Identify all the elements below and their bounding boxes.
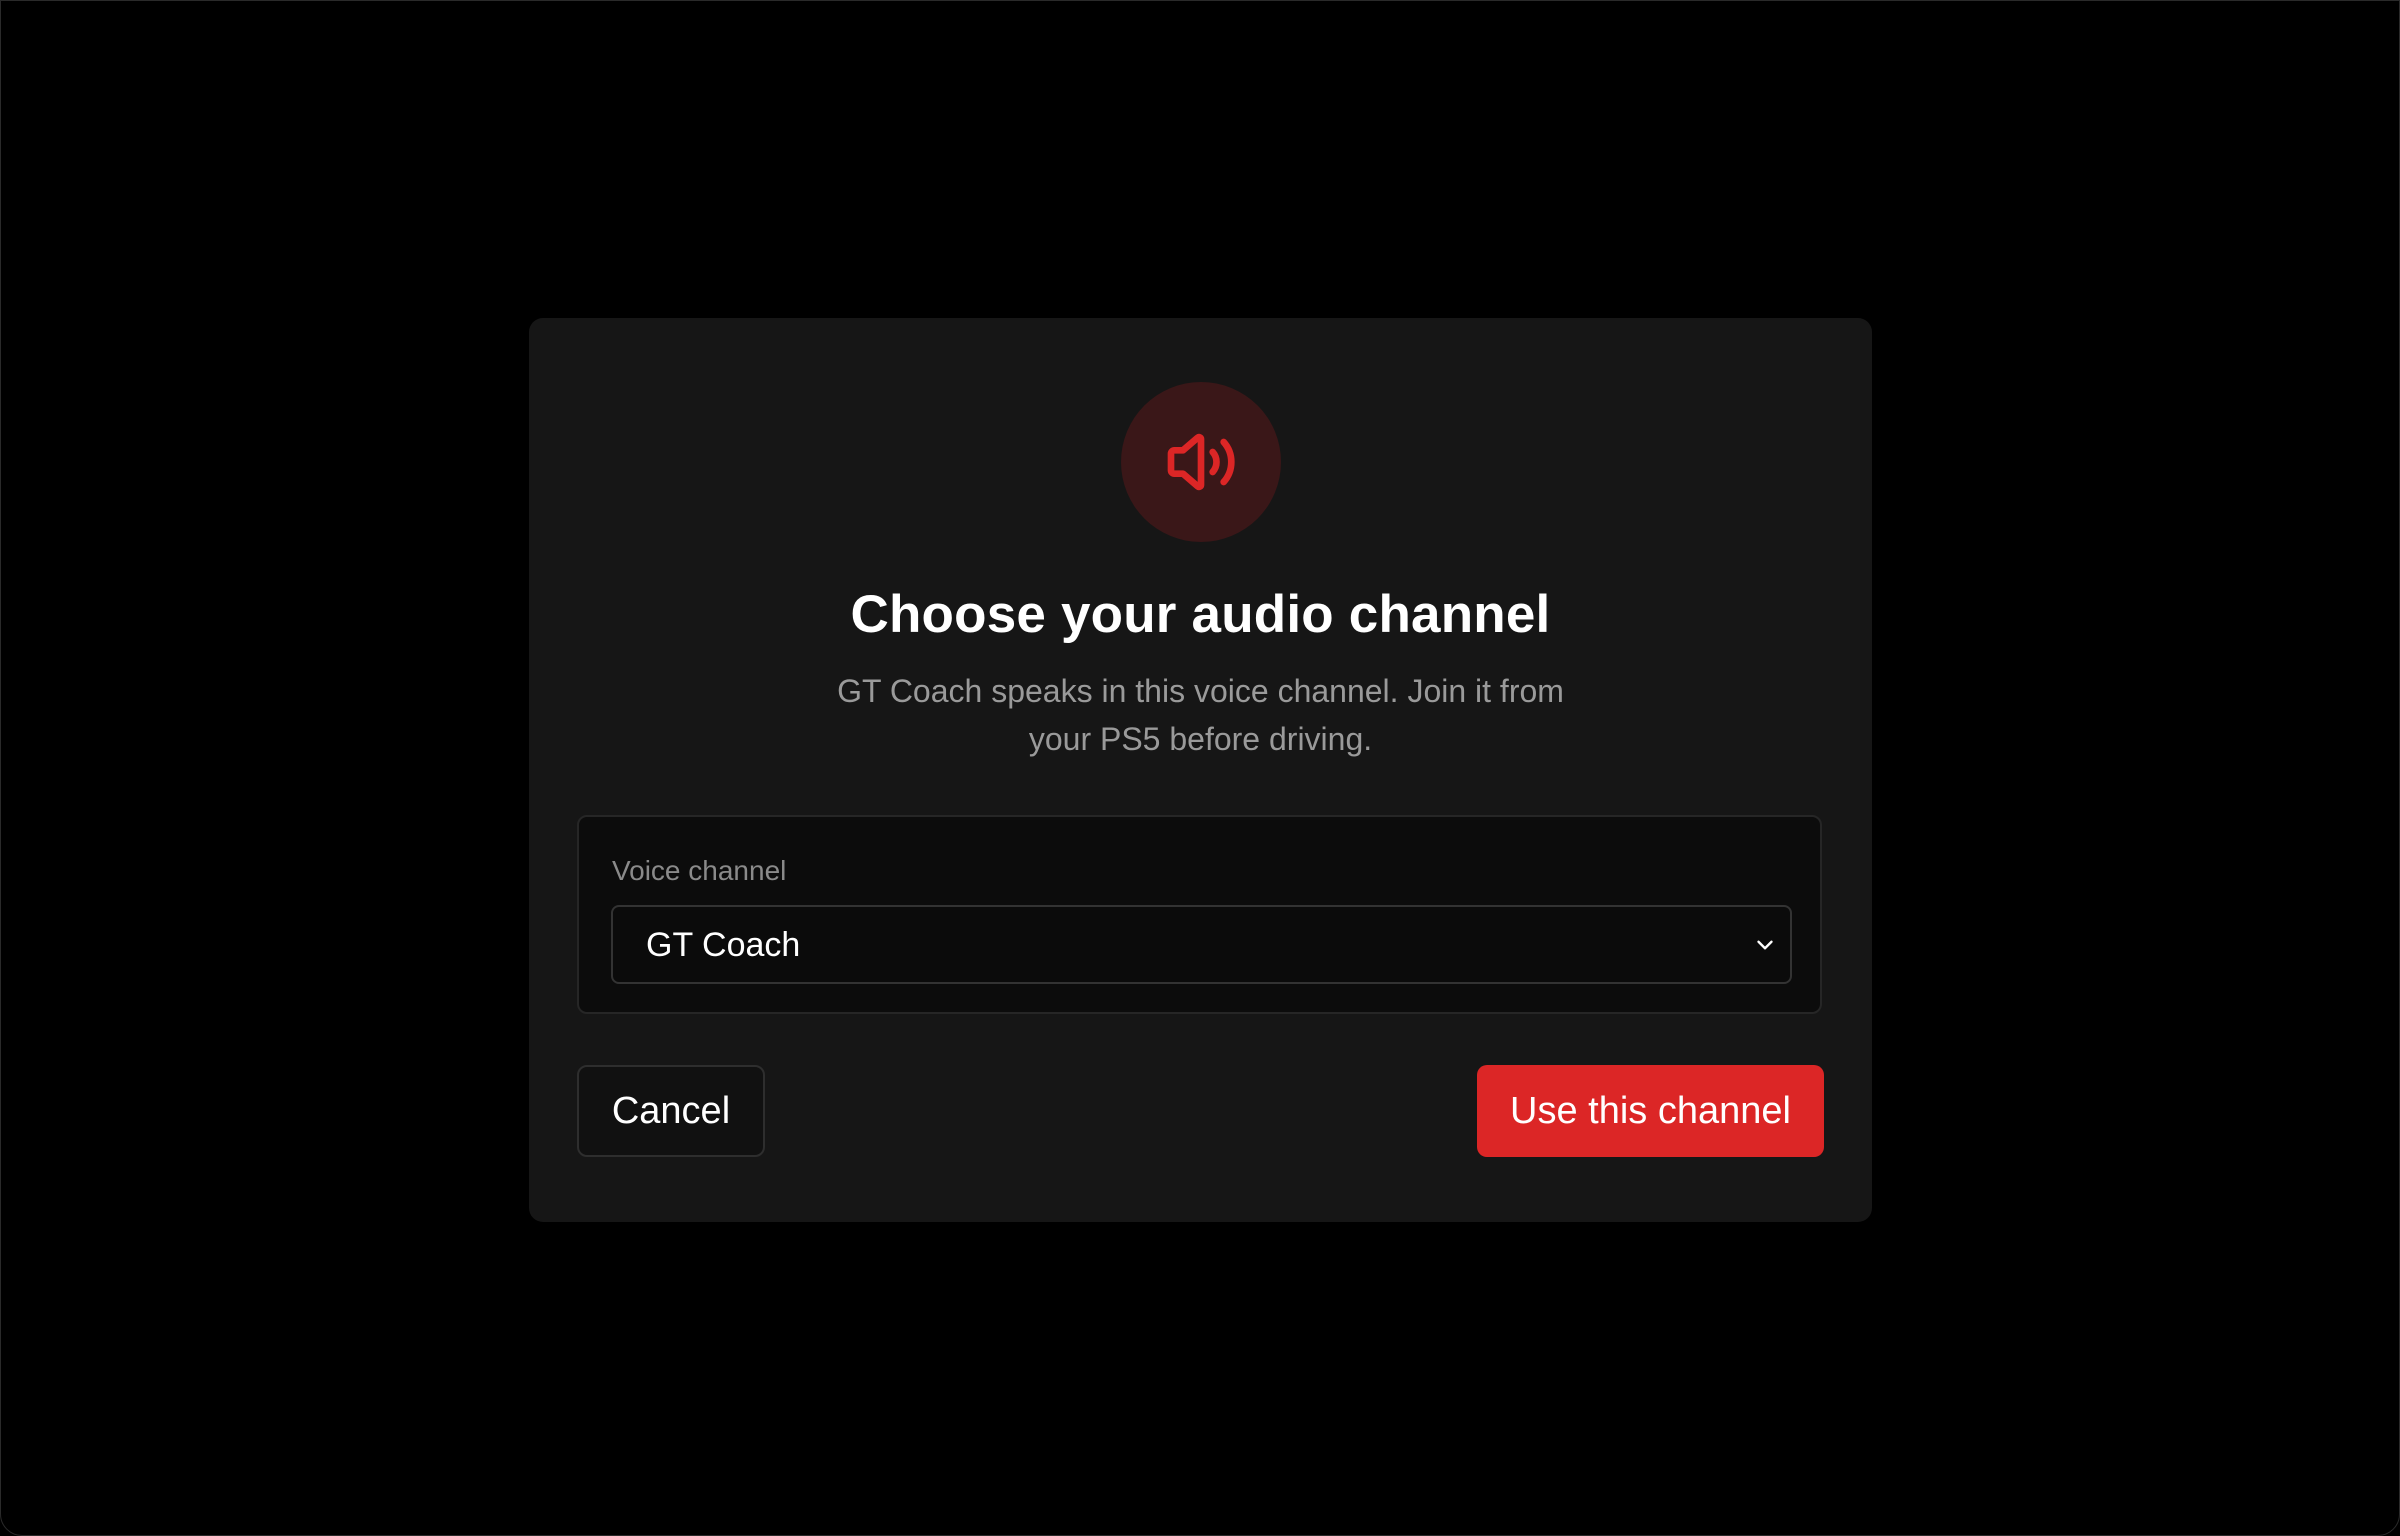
voice-channel-select[interactable]: GT Coach <box>611 905 1792 984</box>
app-window: Choose your audio channel GT Coach speak… <box>0 0 2400 1536</box>
chevron-down-icon <box>1757 940 1773 949</box>
icon-badge <box>1121 382 1281 542</box>
audio-channel-dialog: Choose your audio channel GT Coach speak… <box>529 318 1872 1222</box>
voice-channel-label: Voice channel <box>612 855 787 886</box>
voice-channel-field: Voice channel GT Coach <box>577 815 1822 1014</box>
use-channel-button[interactable]: Use this channel <box>1477 1065 1824 1157</box>
dialog-subtitle: GT Coach speaks in this voice channel. J… <box>837 673 1564 757</box>
dialog-title: Choose your audio channel <box>850 585 1551 644</box>
speaker-volume-icon <box>1167 433 1235 491</box>
cancel-button[interactable]: Cancel <box>577 1065 765 1157</box>
select-value: GT Coach <box>646 925 801 964</box>
